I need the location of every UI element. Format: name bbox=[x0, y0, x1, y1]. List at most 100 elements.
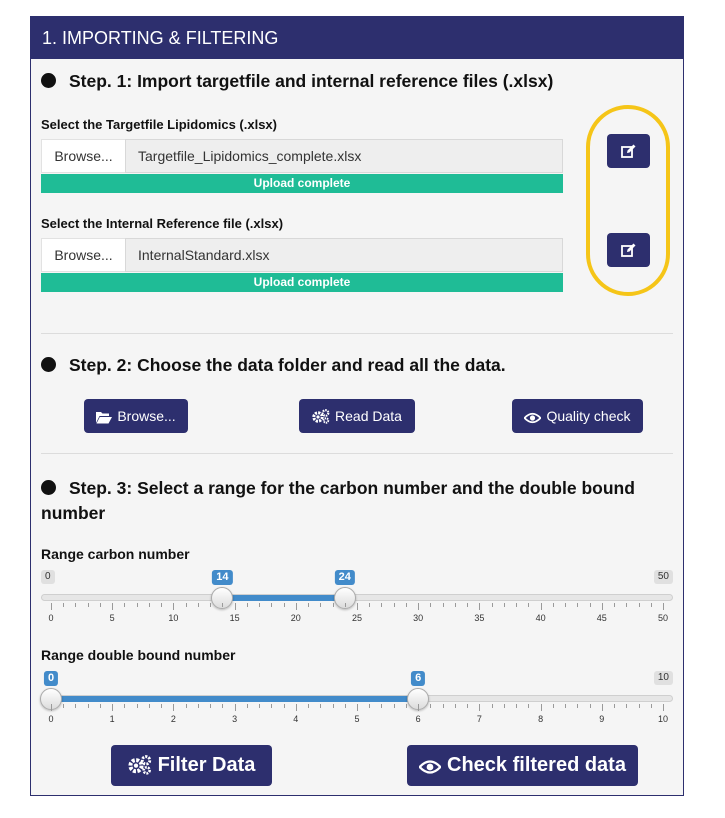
tick-label: 3 bbox=[232, 714, 238, 724]
filter-data-button[interactable]: Filter Data bbox=[111, 745, 272, 786]
internal-reference-filename[interactable]: InternalStandard.xlsx bbox=[125, 238, 563, 272]
double-to-value: 6 bbox=[411, 671, 426, 686]
quality-check-button[interactable]: Quality check bbox=[512, 399, 643, 433]
minor-tick bbox=[552, 603, 554, 607]
minor-tick bbox=[405, 603, 407, 607]
minor-tick bbox=[246, 704, 248, 708]
major-tick bbox=[173, 603, 175, 610]
targetfile-upload-progress: Upload complete bbox=[41, 174, 563, 193]
minor-tick bbox=[161, 704, 163, 708]
targetfile-filename[interactable]: Targetfile_Lipidomics_complete.xlsx bbox=[125, 139, 563, 173]
slider-track[interactable] bbox=[41, 594, 673, 601]
minor-tick bbox=[222, 603, 224, 607]
bullet-icon bbox=[41, 357, 56, 372]
targetfile-label: Select the Targetfile Lipidomics (.xlsx) bbox=[41, 117, 277, 132]
divider bbox=[41, 333, 673, 334]
step1-title: Step. 1: Import targetfile and internal … bbox=[69, 71, 554, 91]
folder-open-icon bbox=[96, 402, 113, 436]
tick-label: 30 bbox=[413, 613, 424, 623]
major-tick bbox=[295, 603, 297, 610]
double-bound-range-slider[interactable]: 10 0 6 0 1 2 3 4 5 6 7 8 9 10 bbox=[40, 671, 673, 741]
cogs-icon bbox=[127, 749, 152, 790]
targetfile-browse-button[interactable]: Browse... bbox=[41, 139, 125, 173]
minor-tick bbox=[210, 704, 212, 708]
minor-tick bbox=[87, 704, 89, 708]
minor-tick bbox=[565, 704, 567, 708]
tick-label: 0 bbox=[48, 714, 54, 724]
major-tick bbox=[540, 603, 542, 610]
minor-tick bbox=[332, 704, 334, 708]
major-tick bbox=[295, 704, 297, 711]
browse-folder-button[interactable]: Browse... bbox=[84, 399, 188, 433]
carbon-range-label: Range carbon number bbox=[41, 546, 190, 562]
minor-tick bbox=[161, 603, 163, 607]
minor-tick bbox=[430, 603, 432, 607]
double-from-value: 0 bbox=[43, 671, 59, 686]
minor-tick bbox=[148, 704, 150, 708]
minor-tick bbox=[516, 603, 518, 607]
minor-tick bbox=[650, 603, 652, 607]
minor-tick bbox=[75, 603, 77, 607]
minor-tick bbox=[124, 704, 126, 708]
tick-label: 6 bbox=[415, 714, 421, 724]
importing-filtering-panel: 1. IMPORTING & FILTERING Step. 1: Import… bbox=[30, 16, 684, 796]
minor-tick bbox=[124, 603, 126, 607]
step2-title: Step. 2: Choose the data folder and read… bbox=[69, 355, 506, 375]
minor-tick bbox=[271, 603, 273, 607]
major-tick bbox=[601, 603, 603, 610]
major-tick bbox=[357, 704, 358, 711]
read-data-button[interactable]: Read Data bbox=[299, 399, 415, 433]
minor-tick bbox=[528, 603, 530, 607]
carbon-range-slider[interactable]: 0 50 14 24 0 5 10 15 20 25 30 35 40 45 50 bbox=[41, 570, 673, 640]
major-tick bbox=[540, 704, 542, 711]
minor-tick bbox=[63, 704, 65, 708]
targetfile-input: Browse... Targetfile_Lipidomics_complete… bbox=[41, 139, 563, 173]
minor-tick bbox=[626, 704, 628, 708]
major-tick bbox=[51, 603, 52, 610]
carbon-min-label: 0 bbox=[41, 570, 55, 584]
eye-icon bbox=[523, 402, 543, 436]
divider bbox=[41, 453, 673, 454]
minor-tick bbox=[503, 704, 505, 708]
minor-tick bbox=[136, 603, 138, 607]
minor-tick bbox=[405, 704, 407, 708]
minor-tick bbox=[283, 704, 285, 708]
minor-tick bbox=[381, 603, 383, 607]
tick-label: 0 bbox=[48, 613, 54, 623]
bullet-icon bbox=[41, 73, 56, 88]
tick-label: 2 bbox=[170, 714, 176, 724]
major-tick bbox=[479, 704, 481, 711]
tick-label: 4 bbox=[293, 714, 299, 724]
minor-tick bbox=[614, 603, 616, 607]
minor-tick bbox=[442, 704, 444, 708]
major-tick bbox=[663, 603, 664, 610]
minor-tick bbox=[369, 704, 371, 708]
minor-tick bbox=[528, 704, 530, 708]
tick-label: 45 bbox=[596, 613, 607, 623]
major-tick bbox=[112, 704, 114, 711]
check-filtered-data-label: Check filtered data bbox=[447, 754, 626, 776]
major-tick bbox=[112, 603, 114, 610]
minor-tick bbox=[259, 704, 261, 708]
minor-tick bbox=[491, 704, 493, 708]
minor-tick bbox=[197, 704, 199, 708]
minor-tick bbox=[626, 603, 628, 607]
step2-heading: Step. 2: Choose the data folder and read… bbox=[41, 355, 506, 376]
minor-tick bbox=[99, 704, 101, 708]
major-tick bbox=[663, 704, 664, 711]
major-tick bbox=[418, 704, 420, 711]
minor-tick bbox=[442, 603, 444, 607]
tick-label: 1 bbox=[109, 714, 115, 724]
internal-reference-browse-button[interactable]: Browse... bbox=[41, 238, 125, 272]
minor-tick bbox=[308, 704, 310, 708]
major-tick bbox=[173, 704, 175, 711]
minor-tick bbox=[614, 704, 616, 708]
check-filtered-data-button[interactable]: Check filtered data bbox=[407, 745, 638, 786]
major-tick bbox=[479, 603, 481, 610]
minor-tick bbox=[503, 603, 505, 607]
minor-tick bbox=[185, 603, 187, 607]
carbon-max-label: 50 bbox=[653, 570, 673, 584]
minor-tick bbox=[393, 603, 395, 607]
minor-tick bbox=[430, 704, 432, 708]
minor-tick bbox=[589, 603, 591, 607]
